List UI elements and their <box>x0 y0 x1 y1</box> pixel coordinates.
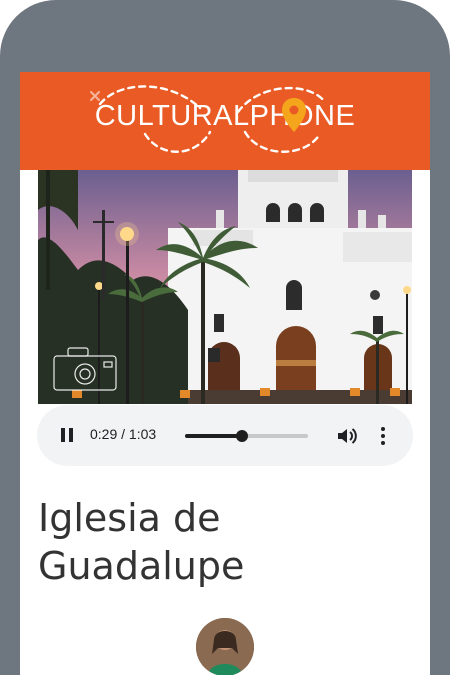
progress-thumb[interactable] <box>235 430 248 442</box>
location-pin-icon <box>282 98 306 132</box>
volume-icon[interactable] <box>335 424 359 448</box>
app-header: CULTURALPHONE <box>20 72 430 170</box>
more-vert-icon[interactable] <box>373 424 393 448</box>
church-photo <box>38 170 412 404</box>
culturalphone-logo[interactable]: CULTURALPHONE <box>20 72 430 170</box>
pause-icon[interactable] <box>57 424 79 446</box>
time-display: 0:29 / 1:03 <box>90 426 157 442</box>
logo-text: CULTURALPHONE <box>94 100 356 132</box>
progress-fill <box>185 434 242 438</box>
progress-slider[interactable] <box>185 430 308 442</box>
audio-player: 0:29 / 1:03 <box>37 405 413 466</box>
page-title: Iglesia de Guadalupe <box>38 496 245 588</box>
author-avatar[interactable] <box>196 618 254 675</box>
screen: CULTURALPHONE 0:29 / 1:03 Iglesia de Gua… <box>20 72 430 675</box>
